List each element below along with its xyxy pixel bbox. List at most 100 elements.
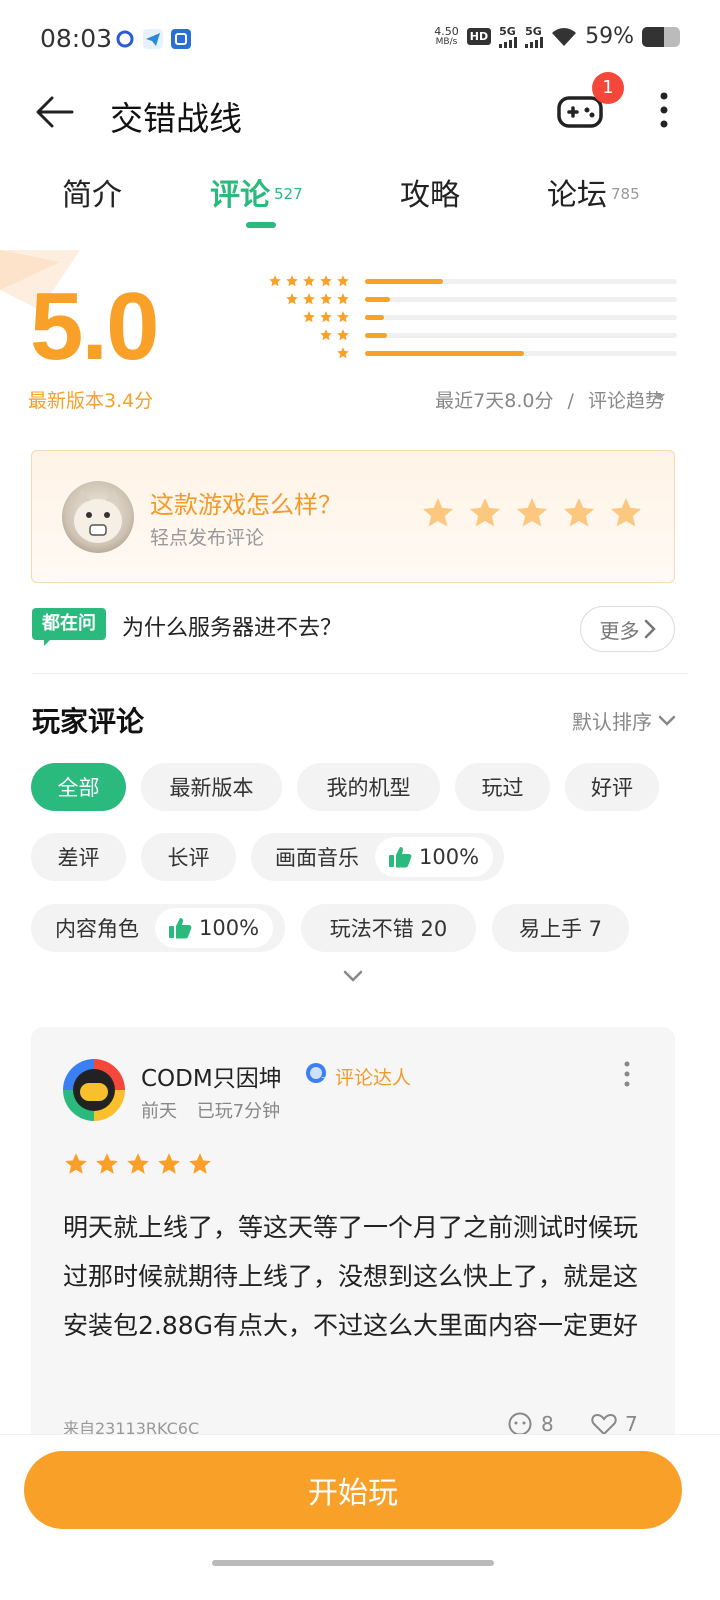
cat-avatar-icon <box>74 489 122 543</box>
rating-bar-fill <box>365 351 525 356</box>
tab-forum-count: 785 <box>611 185 640 203</box>
sim2-network-label: 5G <box>525 24 542 38</box>
comment-count: 8 <box>541 1412 554 1436</box>
rating-summary: 5.0 最新版本3.4分 最近7天8.0分 / 评论趋势 <box>0 250 720 420</box>
rating-bar-5-star <box>260 274 680 292</box>
filter-chip-easy[interactable]: 易上手 7 <box>492 904 629 952</box>
start-play-button[interactable]: 开始玩 <box>24 1451 682 1529</box>
filter-chip-positive[interactable]: 好评 <box>565 763 659 811</box>
rate-star-icon[interactable] <box>420 495 456 531</box>
filter-chip-all[interactable]: 全部 <box>31 763 126 811</box>
tab-intro-label: 简介 <box>62 178 122 213</box>
calendar-app-icon <box>171 29 191 49</box>
filter-chip-fun-gameplay[interactable]: 玩法不错 20 <box>301 904 476 952</box>
review-text: 明天就上线了，等这天等了一个月了之前测试时候玩过那时候就期待上线了，没想到这么快… <box>63 1213 639 1340</box>
status-right: 4.50 MB/s HD 5G 5G 59% <box>434 24 680 49</box>
rate-prompt-subtitle: 轻点发布评论 <box>150 527 265 549</box>
faq-more-label: 更多 <box>599 618 640 643</box>
rate-star-icon[interactable] <box>514 495 550 531</box>
reviewer-name[interactable]: CODM只因坤 <box>141 1059 282 1093</box>
app-header: 交错战线 1 <box>0 72 720 144</box>
star-icon <box>158 1153 180 1174</box>
svg-text:2: 2 <box>321 1076 326 1085</box>
star-icon <box>320 329 332 341</box>
signal-sim2-icon: 5G <box>525 24 544 48</box>
overall-score: 5.0 <box>30 273 159 380</box>
rate-star-icon[interactable] <box>561 495 597 531</box>
tab-guides[interactable]: 攻略 <box>400 170 460 214</box>
chevron-down-icon <box>658 715 676 726</box>
sort-dropdown[interactable]: 默认排序 <box>572 706 676 735</box>
avatar-face <box>80 1083 108 1101</box>
tab-guides-label: 攻略 <box>400 178 460 213</box>
review-trend-link: 评论趋势 <box>587 390 664 412</box>
avatar-inner <box>73 1069 115 1111</box>
filter-chip-label: 玩过 <box>481 776 524 800</box>
review-playtime: 已玩7分钟 <box>196 1101 281 1122</box>
filter-chip-label: 易上手 7 <box>518 917 603 941</box>
app-notification-icon <box>116 30 134 48</box>
recent-score-line[interactable]: 最近7天8.0分 / 评论趋势 <box>435 386 664 413</box>
section-divider <box>32 673 688 674</box>
reviewer-medal-icon: 2 <box>306 1063 326 1085</box>
positive-rate-value: 100% <box>419 845 480 869</box>
rating-bar-track <box>365 279 677 284</box>
tab-forum[interactable]: 论坛 785 <box>547 170 640 214</box>
rating-bar-2-star <box>260 328 680 346</box>
rating-bar-3-star <box>260 310 680 328</box>
trend-caret-icon <box>655 394 665 400</box>
rating-bar-4-star <box>260 292 680 310</box>
rating-bar-stars <box>336 346 350 360</box>
filter-chip-label: 长评 <box>167 846 210 870</box>
more-options-icon[interactable] <box>652 86 676 134</box>
expand-filters-icon[interactable] <box>342 968 364 984</box>
thumbs-up-icon <box>169 918 192 939</box>
filter-chip-latest-version[interactable]: 最新版本 <box>141 763 282 811</box>
filter-chip-long[interactable]: 长评 <box>141 833 236 881</box>
tab-intro[interactable]: 简介 <box>62 170 122 214</box>
review-card[interactable]: CODM只因坤 2 评论达人 前天 已玩7分钟 明天就上线了，等这天等了一个月了… <box>31 1027 675 1447</box>
rating-bar-fill <box>365 315 384 320</box>
battery-percent: 59% <box>585 24 634 49</box>
tab-bar: 简介 评论 527 攻略 论坛 785 <box>0 160 720 230</box>
rate-star-icon[interactable] <box>608 495 644 531</box>
rate-prompt-card[interactable]: 这款游戏怎么样？ 轻点发布评论 <box>31 450 675 583</box>
filter-chip-played[interactable]: 玩过 <box>455 763 550 811</box>
rating-bar-track <box>365 333 677 338</box>
faq-more-button[interactable]: 更多 <box>580 606 675 652</box>
filter-chip-my-device[interactable]: 我的机型 <box>297 763 440 811</box>
status-bar: 08:03 4.50 MB/s HD 5G 5G 59% <box>0 0 720 80</box>
review-more-icon[interactable] <box>623 1061 631 1087</box>
star-icon <box>65 1153 87 1174</box>
tab-reviews[interactable]: 评论 527 <box>210 170 303 214</box>
network-speed-unit: MB/s <box>435 36 458 47</box>
network-speed-value: 4.50 <box>434 24 459 38</box>
wifi-icon <box>552 27 577 46</box>
star-icon <box>303 275 315 287</box>
chevron-right-icon <box>644 619 656 639</box>
signal-sim1-icon: 5G <box>499 26 518 48</box>
telegram-icon <box>143 29 163 49</box>
star-icon <box>337 347 349 359</box>
filter-chip-label: 差评 <box>57 846 100 870</box>
faq-badge-tail <box>44 638 52 646</box>
rating-bar-1-star <box>260 346 680 364</box>
star-icon <box>96 1153 118 1174</box>
filter-chip-negative[interactable]: 差评 <box>31 833 126 881</box>
filter-chip-content-characters[interactable]: 内容角色 100% <box>31 904 285 952</box>
star-icon <box>320 293 332 305</box>
notification-badge: 1 <box>592 72 624 104</box>
tab-reviews-count: 527 <box>274 185 303 203</box>
filter-chip-graphics-music[interactable]: 画面音乐 100% <box>251 833 504 881</box>
home-indicator[interactable] <box>212 1560 494 1566</box>
user-avatar <box>62 481 134 553</box>
faq-row[interactable]: 都在问 为什么服务器进不去？ 更多 <box>0 600 720 660</box>
rating-bar-fill <box>365 297 390 302</box>
rate-star-icon[interactable] <box>467 495 503 531</box>
back-arrow-icon[interactable] <box>32 90 76 134</box>
filter-chip-label: 画面音乐 <box>275 846 359 870</box>
positive-rate: 100% <box>375 837 494 877</box>
hd-voice-icon: HD <box>466 28 492 45</box>
reviewer-avatar[interactable] <box>63 1059 125 1121</box>
star-icon <box>286 275 298 287</box>
